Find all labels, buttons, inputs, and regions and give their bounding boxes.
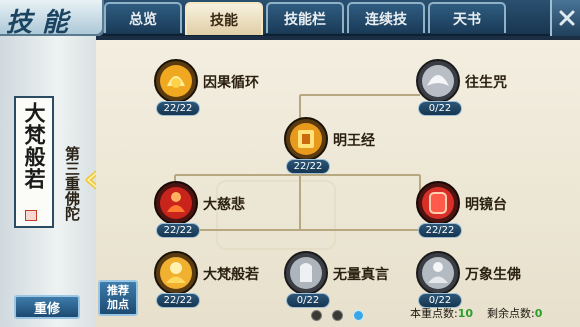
skill-node-ming-wang-sutra[interactable]: 22/22 明王经 xyxy=(283,116,433,174)
top-bar: 技能 总览 技能 技能栏 连续技 天书 xyxy=(0,0,580,38)
skill-name: 因果循环 xyxy=(203,75,259,91)
tab-heavenly-book[interactable]: 天书 xyxy=(428,2,506,33)
skill-name: 无量真言 xyxy=(333,267,389,283)
page-dot[interactable] xyxy=(332,310,343,321)
skill-name: 明镜台 xyxy=(465,197,507,213)
tab-skill-bar[interactable]: 技能栏 xyxy=(266,2,344,33)
tab-skills[interactable]: 技能 xyxy=(185,2,263,35)
scroll-title: 大梵般若 xyxy=(22,102,47,190)
skill-node-cause-effect[interactable]: 22/22 因果循环 xyxy=(153,58,303,116)
skill-node-myriad-buddha[interactable]: 0/22 万象生佛 xyxy=(415,250,565,308)
title-plate: 技能 xyxy=(0,0,104,38)
white-hand-icon xyxy=(284,251,328,295)
close-icon xyxy=(559,10,575,26)
golden-shrine-icon xyxy=(284,117,328,161)
points-summary: 本重点数:10 剩余点数:0 xyxy=(410,305,542,321)
skill-level: 22/22 xyxy=(156,101,200,116)
recommend-label-line1: 推荐 xyxy=(107,284,129,297)
skill-node-great-compassion[interactable]: 22/22 大慈悲 xyxy=(153,180,303,238)
red-seal-icon xyxy=(25,210,37,221)
skill-name: 大梵般若 xyxy=(203,267,259,283)
page-dot[interactable] xyxy=(311,310,322,321)
page-dot-active[interactable] xyxy=(353,310,364,321)
page-indicator xyxy=(311,310,364,321)
current-points-label: 本重点数: xyxy=(410,307,458,320)
red-mirror-icon xyxy=(416,181,460,225)
skill-level: 22/22 xyxy=(286,159,330,174)
close-button[interactable] xyxy=(550,0,580,36)
remaining-points-label: 剩余点数: xyxy=(487,307,535,320)
white-buddha-icon xyxy=(416,251,460,295)
skill-level: 22/22 xyxy=(418,223,462,238)
skill-name: 大慈悲 xyxy=(203,197,245,213)
white-lotus-icon xyxy=(416,59,460,103)
reset-button[interactable]: 重修 xyxy=(14,295,80,319)
red-buddha-icon xyxy=(154,181,198,225)
skill-name: 明王经 xyxy=(333,133,375,149)
skill-name: 万象生佛 xyxy=(465,267,521,283)
tab-bar: 总览 技能 技能栏 连续技 天书 xyxy=(104,2,506,35)
skill-node-da-fan-prajna[interactable]: 22/22 大梵般若 xyxy=(153,250,303,308)
stage-label: 第三重佛陀 xyxy=(63,146,81,221)
skill-name: 往生咒 xyxy=(465,75,507,91)
remaining-points-value: 0 xyxy=(534,307,543,320)
current-points-value: 10 xyxy=(457,307,474,320)
recommend-label-line2: 加点 xyxy=(107,298,129,311)
skill-node-mirror-terrace[interactable]: 22/22 明镜台 xyxy=(415,180,565,238)
skill-node-rebirth-mantra[interactable]: 0/22 往生咒 xyxy=(415,58,565,116)
tab-overview[interactable]: 总览 xyxy=(104,2,182,33)
golden-fist-icon xyxy=(154,59,198,103)
skill-level: 22/22 xyxy=(156,293,200,308)
skill-level: 0/22 xyxy=(286,293,330,308)
stage-scroll: 大梵般若 xyxy=(14,96,54,228)
skill-level: 22/22 xyxy=(156,223,200,238)
page-title: 技能 xyxy=(6,8,79,38)
skill-node-infinite-mantra[interactable]: 0/22 无量真言 xyxy=(283,250,433,308)
recommend-points-button[interactable]: 推荐 加点 xyxy=(98,280,138,316)
tab-combo[interactable]: 连续技 xyxy=(347,2,425,33)
golden-monk-icon xyxy=(154,251,198,295)
skill-level: 0/22 xyxy=(418,101,462,116)
